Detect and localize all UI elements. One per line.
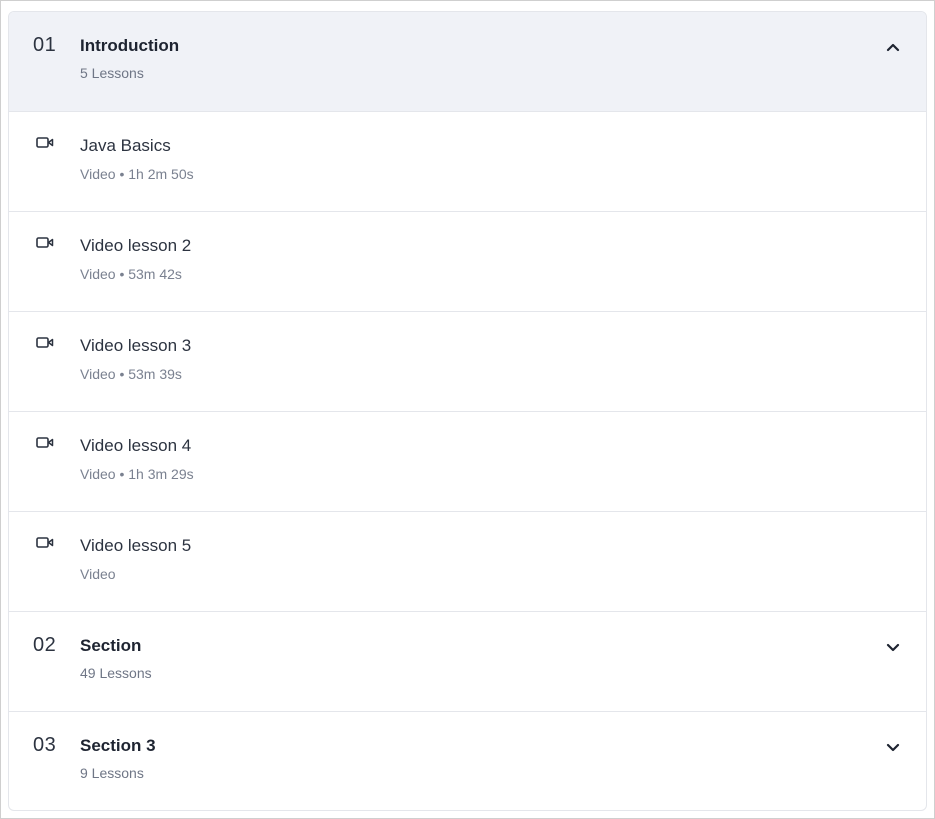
lesson-title: Video lesson 4: [80, 436, 192, 455]
section-number: 03: [33, 734, 57, 756]
section-header-section-3[interactable]: 03 Section 3 9 Lessons: [9, 712, 926, 810]
video-camera-icon: [36, 237, 54, 248]
chevron-up-icon[interactable]: [886, 42, 900, 52]
section-title: Introduction: [80, 36, 180, 55]
section-number: 02: [33, 634, 57, 656]
lesson-meta: Video • 1h 2m 50s: [80, 166, 194, 182]
curriculum-accordion: 01 Introduction 5 Lessons Java Basics Vi…: [8, 11, 927, 811]
section-lesson-count: 9 Lessons: [80, 765, 144, 781]
section-title: Section: [80, 636, 142, 655]
section-lesson-count: 5 Lessons: [80, 65, 144, 81]
lesson-title: Java Basics: [80, 136, 171, 155]
section-lesson-count: 49 Lessons: [80, 665, 152, 681]
lesson-title: Video lesson 5: [80, 536, 192, 555]
lesson-title: Video lesson 2: [80, 236, 192, 255]
video-camera-icon: [36, 537, 54, 548]
lesson-title: Video lesson 3: [80, 336, 192, 355]
section-title: Section 3: [80, 736, 156, 755]
lesson-item[interactable]: Video lesson 3 Video • 53m 39s: [9, 312, 926, 412]
video-camera-icon: [36, 437, 54, 448]
section-number: 01: [33, 34, 57, 56]
lesson-item[interactable]: Video lesson 5 Video: [9, 512, 926, 612]
video-camera-icon: [36, 337, 54, 348]
section-header-introduction[interactable]: 01 Introduction 5 Lessons: [9, 12, 926, 112]
curriculum-frame: 01 Introduction 5 Lessons Java Basics Vi…: [0, 0, 935, 819]
chevron-down-icon[interactable]: [886, 642, 900, 652]
lesson-item[interactable]: Java Basics Video • 1h 2m 50s: [9, 112, 926, 212]
lesson-item[interactable]: Video lesson 2 Video • 53m 42s: [9, 212, 926, 312]
lesson-meta: Video • 1h 3m 29s: [80, 466, 194, 482]
lesson-item[interactable]: Video lesson 4 Video • 1h 3m 29s: [9, 412, 926, 512]
section-header-section[interactable]: 02 Section 49 Lessons: [9, 612, 926, 712]
lesson-meta: Video • 53m 39s: [80, 366, 182, 382]
lesson-meta: Video: [80, 566, 116, 582]
chevron-down-icon[interactable]: [886, 742, 900, 752]
lesson-meta: Video • 53m 42s: [80, 266, 182, 282]
video-camera-icon: [36, 137, 54, 148]
